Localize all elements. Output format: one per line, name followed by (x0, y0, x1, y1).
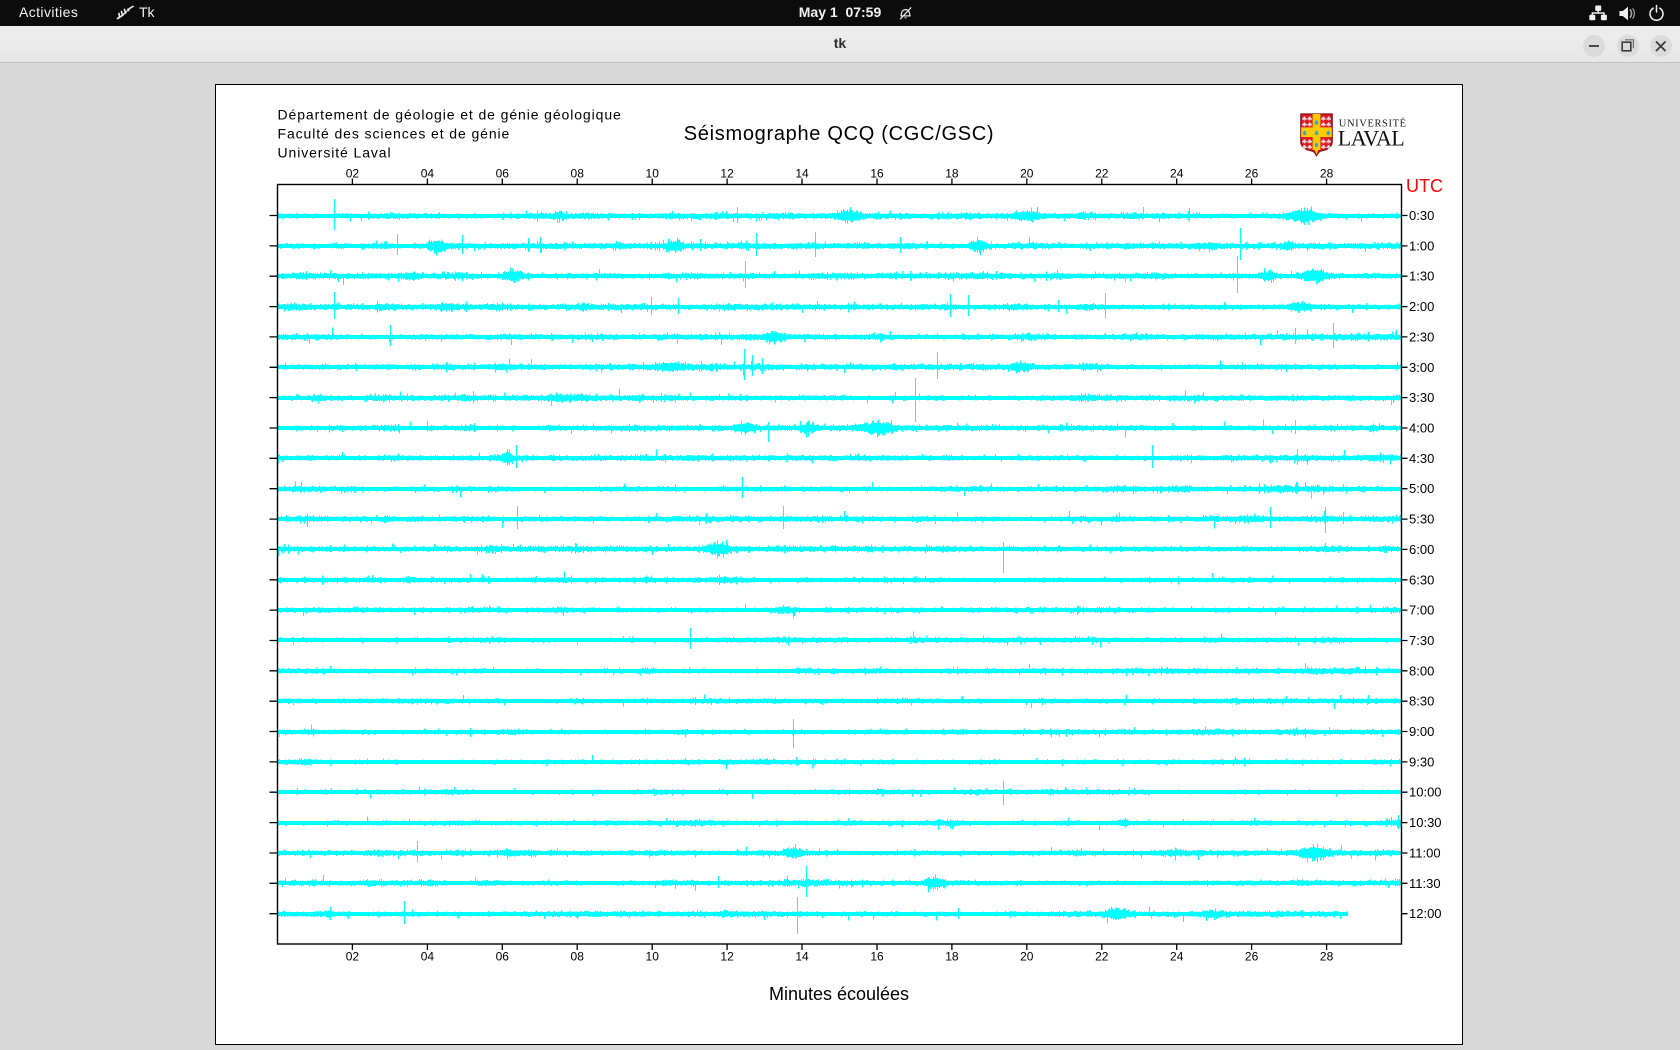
svg-text:28: 28 (1319, 166, 1333, 180)
svg-text:2:00: 2:00 (1409, 299, 1434, 314)
svg-text:08: 08 (570, 949, 584, 963)
svg-text:5:30: 5:30 (1409, 511, 1434, 526)
svg-text:Université Laval: Université Laval (277, 144, 391, 160)
svg-text:16: 16 (870, 949, 884, 963)
svg-text:UTC: UTC (1406, 176, 1443, 196)
svg-text:Département de géologie et de: Département de géologie et de génie géol… (277, 106, 621, 122)
svg-text:12: 12 (720, 166, 734, 180)
svg-text:Minutes écoulées: Minutes écoulées (768, 984, 908, 1004)
svg-text:10:00: 10:00 (1409, 784, 1442, 799)
svg-text:3:00: 3:00 (1409, 359, 1434, 374)
svg-text:2:30: 2:30 (1409, 329, 1434, 344)
svg-text:11:30: 11:30 (1409, 875, 1441, 890)
svg-text:26: 26 (1244, 949, 1258, 963)
svg-text:10: 10 (645, 166, 659, 180)
svg-text:11:00: 11:00 (1409, 845, 1441, 860)
svg-text:02: 02 (345, 949, 359, 963)
svg-text:26: 26 (1244, 166, 1258, 180)
svg-text:16: 16 (870, 166, 884, 180)
svg-text:04: 04 (420, 166, 434, 180)
svg-text:Faculté des sciences et de gén: Faculté des sciences et de génie (277, 125, 510, 141)
svg-text:10:30: 10:30 (1409, 815, 1442, 830)
svg-text:18: 18 (945, 166, 959, 180)
svg-text:04: 04 (420, 949, 434, 963)
svg-text:02: 02 (345, 166, 359, 180)
svg-text:4:00: 4:00 (1409, 420, 1434, 435)
svg-text:12:00: 12:00 (1409, 906, 1442, 921)
svg-text:22: 22 (1095, 166, 1109, 180)
svg-text:24: 24 (1170, 166, 1184, 180)
svg-text:Séismographe QCQ (CGC/GSC): Séismographe QCQ (CGC/GSC) (683, 123, 994, 145)
svg-text:7:30: 7:30 (1409, 633, 1434, 648)
svg-text:08: 08 (570, 166, 584, 180)
svg-text:24: 24 (1170, 949, 1184, 963)
svg-text:9:00: 9:00 (1409, 724, 1434, 739)
svg-text:10: 10 (645, 949, 659, 963)
svg-text:18: 18 (945, 949, 959, 963)
svg-text:3:30: 3:30 (1409, 390, 1434, 405)
svg-text:9:30: 9:30 (1409, 754, 1434, 769)
svg-text:7:00: 7:00 (1409, 602, 1434, 617)
svg-text:8:30: 8:30 (1409, 693, 1434, 708)
svg-text:LAVAL: LAVAL (1337, 125, 1403, 150)
svg-text:6:30: 6:30 (1409, 572, 1434, 587)
svg-text:20: 20 (1020, 166, 1034, 180)
svg-text:0:30: 0:30 (1409, 208, 1434, 223)
svg-text:12: 12 (720, 949, 734, 963)
svg-text:20: 20 (1020, 949, 1034, 963)
svg-text:4:30: 4:30 (1409, 450, 1434, 465)
svg-text:5:00: 5:00 (1409, 481, 1434, 496)
svg-text:06: 06 (495, 949, 509, 963)
svg-text:06: 06 (495, 166, 509, 180)
svg-text:1:00: 1:00 (1409, 238, 1434, 253)
svg-text:6:00: 6:00 (1409, 541, 1434, 556)
svg-text:14: 14 (795, 166, 809, 180)
svg-text:1:30: 1:30 (1409, 268, 1434, 283)
svg-text:28: 28 (1319, 949, 1333, 963)
svg-text:22: 22 (1095, 949, 1109, 963)
svg-text:8:00: 8:00 (1409, 663, 1434, 678)
svg-text:14: 14 (795, 949, 809, 963)
